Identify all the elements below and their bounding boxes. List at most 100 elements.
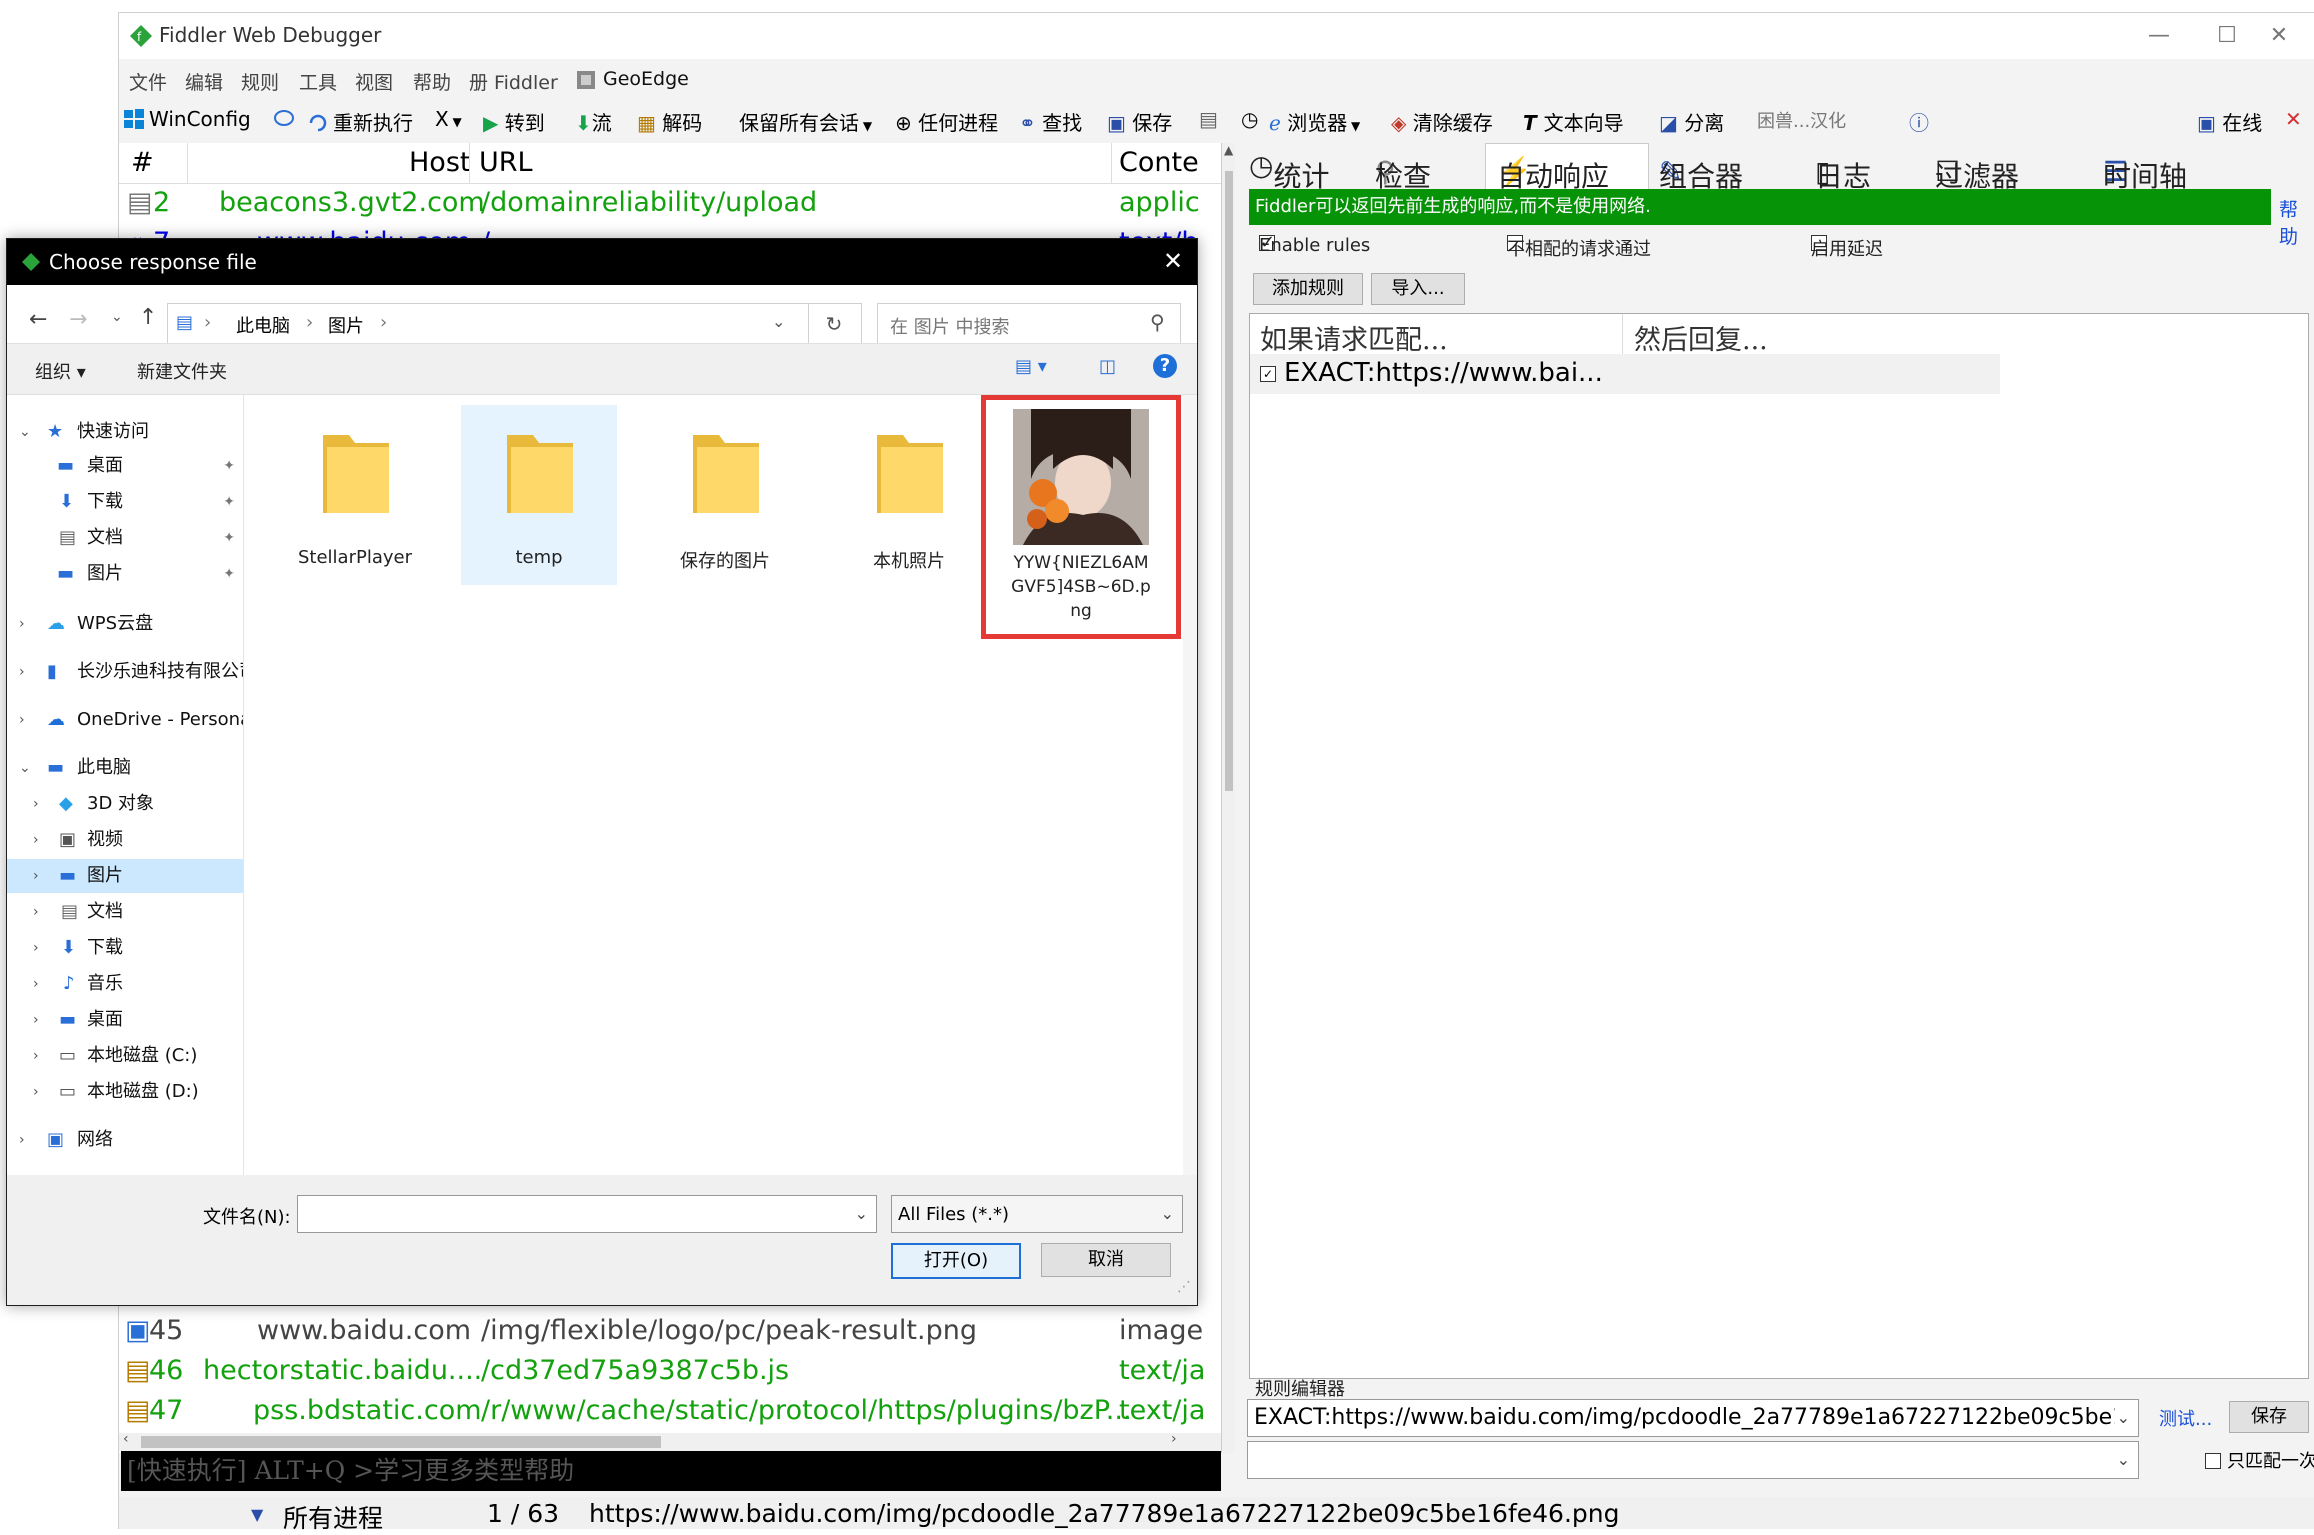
- forward-arrow-icon[interactable]: →: [69, 307, 87, 332]
- table-row[interactable]: ▤ 47 pss.bdstatic.com /r/www/cache/stati…: [119, 1391, 1221, 1431]
- replay-button[interactable]: 重新执行: [307, 107, 413, 136]
- remove-button[interactable]: X ▼: [435, 107, 462, 131]
- nav-disk-d[interactable]: › ▭ 本地磁盘 (D:): [7, 1075, 243, 1109]
- import-button[interactable]: 导入...: [1371, 273, 1465, 305]
- col-respond[interactable]: 然后回复...: [1634, 318, 1768, 357]
- back-arrow-icon[interactable]: ←: [29, 307, 47, 332]
- col-num[interactable]: #: [131, 147, 154, 178]
- nav-wps[interactable]: › ☁ WPS云盘: [7, 607, 243, 641]
- rule-match-input[interactable]: EXACT:https://www.baidu.com/img/pcdoodle…: [1247, 1399, 2139, 1437]
- folder-saved-pictures[interactable]: 保存的图片: [647, 405, 803, 585]
- nav-quick-access[interactable]: ⌄ ★ 快速访问: [7, 415, 243, 449]
- menu-rules[interactable]: 规则: [241, 68, 279, 95]
- filename-input[interactable]: ⌄: [297, 1195, 877, 1233]
- scroll-up-icon[interactable]: ▲: [1224, 143, 1233, 157]
- nav-3d-objects[interactable]: › ◆ 3D 对象: [7, 787, 243, 821]
- breadcrumb-pictures[interactable]: 图片: [328, 312, 364, 338]
- maximize-button[interactable]: ☐: [2197, 19, 2257, 53]
- text-wizard-button[interactable]: T 文本向导: [1523, 107, 1624, 136]
- filetype-select[interactable]: All Files (*.*) ⌄: [891, 1195, 1183, 1233]
- save-button[interactable]: ▣ 保存: [1107, 107, 1172, 136]
- browse-button[interactable]: ℯ 浏览器 ▼: [1269, 107, 1360, 136]
- nav-onedrive[interactable]: › ☁ OneDrive - Persona: [7, 703, 243, 737]
- help-circle-icon[interactable]: ⓘ: [1909, 107, 1929, 136]
- menu-geoedge[interactable]: GeoEdge: [603, 68, 689, 90]
- keep-sessions-button[interactable]: 保留所有会话 ▼: [739, 107, 872, 136]
- nav-documents-pc[interactable]: › ▤ 文档: [7, 895, 243, 929]
- winconfig-button[interactable]: WinConfig: [123, 107, 251, 131]
- help-link[interactable]: 帮助: [2279, 195, 2314, 249]
- table-row[interactable]: ▣ 45 www.baidu.com /img/flexible/logo/pc…: [119, 1311, 1221, 1351]
- decode-button[interactable]: ▦ 解码: [637, 107, 702, 136]
- nav-downloads[interactable]: ⬇ 下载 ✦: [7, 485, 243, 519]
- refresh-button[interactable]: ↻: [807, 303, 862, 345]
- menu-help[interactable]: 帮助: [413, 68, 451, 95]
- stream-button[interactable]: ⬇流: [575, 107, 612, 136]
- comment-icon[interactable]: [273, 107, 299, 131]
- clear-cache-button[interactable]: ◈ 清除缓存: [1391, 107, 1493, 136]
- col-host[interactable]: Host: [409, 147, 470, 178]
- nav-videos[interactable]: › ▣ 视频: [7, 823, 243, 857]
- detach-button[interactable]: ◪ 分离: [1659, 107, 1724, 136]
- close-toolbar-icon[interactable]: ✕: [2285, 107, 2302, 131]
- col-match[interactable]: 如果请求匹配...: [1260, 318, 1448, 357]
- nav-company[interactable]: › ▮ 长沙乐迪科技有限公司: [7, 655, 243, 689]
- nav-desktop[interactable]: ▬ 桌面 ✦: [7, 449, 243, 483]
- col-content[interactable]: Conte: [1119, 147, 1199, 178]
- col-url[interactable]: URL: [479, 147, 533, 178]
- nav-pictures[interactable]: ▬ 图片 ✦: [7, 557, 243, 591]
- folder-stellarplayer[interactable]: StellarPlayer: [277, 405, 433, 585]
- menu-file[interactable]: 文件: [129, 68, 167, 95]
- chevron-down-icon[interactable]: ⌄: [772, 312, 785, 331]
- timer-icon[interactable]: ◷: [1241, 107, 1258, 131]
- table-row[interactable]: ▤ 46 hectorstatic.baidu.... /cd37ed75a93…: [119, 1351, 1221, 1391]
- test-link[interactable]: 测试...: [2159, 1405, 2212, 1431]
- menu-fiddler[interactable]: 册 Fiddler: [469, 68, 558, 95]
- new-folder-button[interactable]: 新建文件夹: [137, 358, 227, 384]
- search-input[interactable]: 在 图片 中搜索 ⚲: [877, 303, 1181, 345]
- camera-icon[interactable]: ▤: [1199, 107, 1218, 131]
- resize-grip-icon[interactable]: ⋰: [1177, 1279, 1191, 1295]
- recent-dropdown-icon[interactable]: ⌄: [111, 309, 123, 325]
- minimize-button[interactable]: —: [2129, 19, 2189, 53]
- file-pane-scrollbar[interactable]: [1183, 395, 1197, 1175]
- preview-pane-icon[interactable]: ◫: [1099, 356, 1116, 377]
- quickexec-input[interactable]: [快速执行] ALT+Q >学习更多类型帮助: [121, 1451, 1221, 1491]
- open-button[interactable]: 打开(O): [891, 1243, 1021, 1279]
- breadcrumb-this-pc[interactable]: 此电脑: [236, 312, 290, 338]
- help-icon[interactable]: ?: [1153, 354, 1177, 378]
- save-rule-button[interactable]: 保存: [2229, 1401, 2309, 1433]
- nav-documents[interactable]: ▤ 文档 ✦: [7, 521, 243, 555]
- address-bar[interactable]: ▤ › 此电脑 › 图片 › ⌄: [167, 303, 809, 345]
- cancel-button[interactable]: 取消: [1041, 1243, 1171, 1277]
- folder-temp[interactable]: temp: [461, 405, 617, 585]
- nav-disk-c[interactable]: › ▭ 本地磁盘 (C:): [7, 1039, 243, 1073]
- file-png[interactable]: YYW{NIEZL6AM GVF5]4SB~6D.p ng: [1003, 403, 1159, 627]
- find-button[interactable]: ⚭ 查找: [1019, 107, 1082, 136]
- menu-view[interactable]: 视图: [355, 68, 393, 95]
- tab-statistics[interactable]: ◷ 统计: [1249, 149, 1329, 193]
- rule-row[interactable]: ✓ EXACT:https://www.bai...: [1250, 354, 2000, 394]
- menu-tools[interactable]: 工具: [299, 68, 337, 95]
- nav-music[interactable]: › ♪ 音乐: [7, 967, 243, 1001]
- nav-pictures-selected[interactable]: › ▬ 图片: [7, 859, 243, 893]
- organize-button[interactable]: 组织 ▾: [35, 358, 86, 384]
- vertical-scrollbar[interactable]: ▲: [1221, 143, 1236, 1453]
- nav-downloads-pc[interactable]: › ⬇ 下载: [7, 931, 243, 965]
- scroll-right-icon[interactable]: ›: [1171, 1431, 1177, 1447]
- any-process-button[interactable]: ⊕ 任何进程: [895, 107, 998, 136]
- scroll-left-icon[interactable]: ‹: [123, 1431, 129, 1447]
- online-button[interactable]: ▣ 在线: [2197, 107, 2262, 136]
- view-options-icon[interactable]: ▤ ▾: [1015, 356, 1047, 377]
- table-row[interactable]: ▤ 2 beacons3.gvt2.com /domainreliability…: [119, 183, 1221, 223]
- nav-desktop-pc[interactable]: › ▬ 桌面: [7, 1003, 243, 1037]
- status-process[interactable]: 所有进程: [283, 1499, 383, 1535]
- folder-camera-roll[interactable]: 本机照片: [831, 405, 987, 585]
- rule-respond-input[interactable]: ⌄: [1247, 1441, 2139, 1479]
- nav-network[interactable]: › ▣ 网络: [7, 1123, 243, 1157]
- goto-button[interactable]: ▶ 转到: [483, 107, 545, 136]
- match-once-checkbox[interactable]: 只匹配一次: [2205, 1447, 2314, 1473]
- close-button[interactable]: ✕: [2249, 19, 2309, 53]
- up-arrow-icon[interactable]: ↑: [139, 305, 157, 330]
- rule-check-icon[interactable]: ✓: [1260, 366, 1276, 382]
